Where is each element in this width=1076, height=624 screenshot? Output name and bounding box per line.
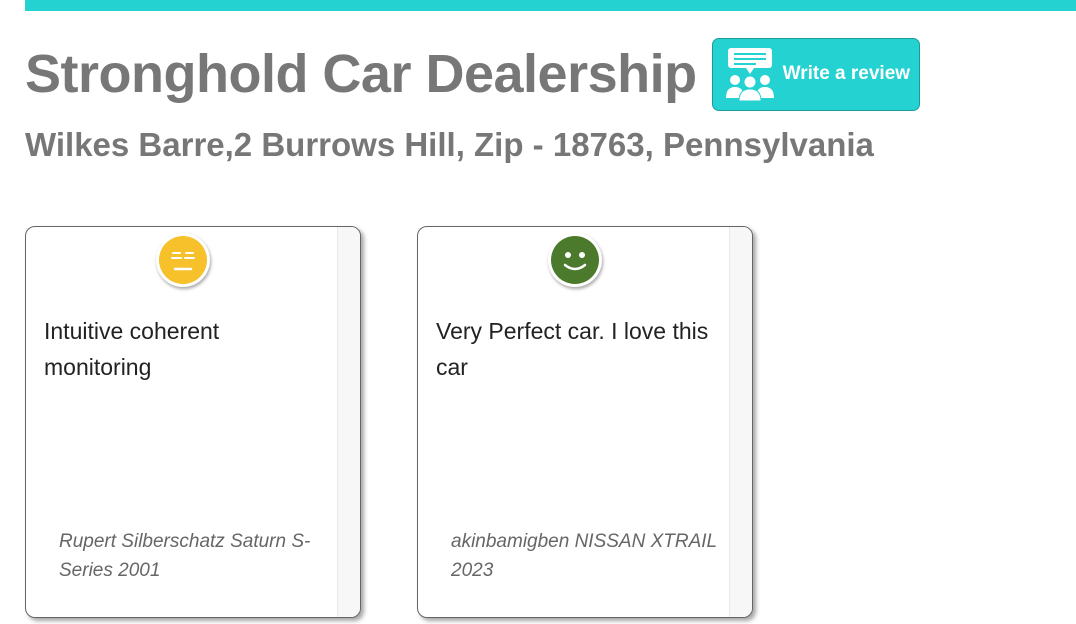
card-scrollbar[interactable] <box>337 227 360 617</box>
review-author: Rupert Silberschatz Saturn S-Series 2001 <box>59 531 311 581</box>
review-author: akinbamigben NISSAN XTRAIL 2023 <box>451 531 717 581</box>
write-review-button[interactable]: Write a review <box>711 37 920 111</box>
smiling-face-icon <box>548 233 602 287</box>
card-scrollbar[interactable] <box>729 227 752 617</box>
group-chat-icon <box>725 48 774 101</box>
top-accent-bar <box>25 0 1076 11</box>
dealer-address: Wilkes Barre,2 Burrows Hill, Zip - 18763… <box>25 126 874 163</box>
neutral-face-icon <box>156 233 210 287</box>
review-card: Intuitive coherent monitoring Rupert Sil… <box>25 226 361 618</box>
review-text: Very Perfect car. I love this car <box>436 318 709 380</box>
review-text: Intuitive coherent monitoring <box>44 318 220 380</box>
dealer-header: Stronghold Car Dealership Write a review <box>25 34 920 114</box>
write-review-label: Write a review <box>782 63 911 84</box>
dealer-title: Stronghold Car Dealership <box>25 44 697 104</box>
review-card: Very Perfect car. I love this car akinba… <box>417 226 753 618</box>
